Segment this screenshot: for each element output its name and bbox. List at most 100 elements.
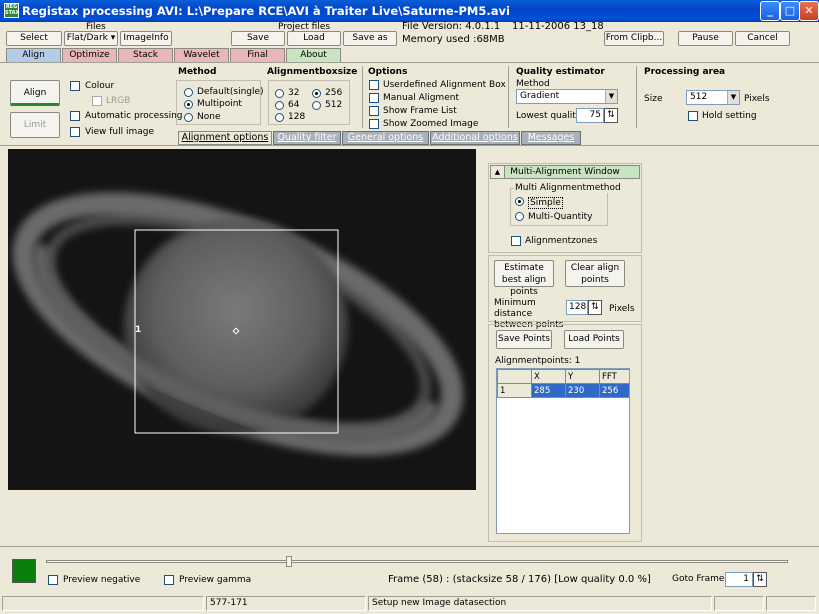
processing-size-dropdown[interactable]: 512 ▼ — [686, 90, 740, 105]
multi-alignment-header: ▲ Multi-Alignment Window — [490, 165, 640, 179]
pause-button[interactable]: Pause — [678, 31, 733, 46]
box-32-radio[interactable] — [275, 89, 284, 98]
method-default-radio[interactable] — [184, 88, 193, 97]
auto-processing-label: Automatic processing — [85, 111, 183, 121]
min-distance-spinner[interactable]: ⇅ — [588, 300, 602, 315]
status-message: Setup new Image datasection — [368, 596, 712, 611]
table-row[interactable]: 1 285 230 256 — [497, 383, 629, 398]
alignmentzones-checkbox[interactable] — [511, 236, 521, 246]
tab-quality-filter[interactable]: Quality filter — [273, 131, 341, 145]
auto-processing-checkbox[interactable] — [70, 111, 80, 121]
chevron-down-icon[interactable]: ▼ — [605, 90, 617, 103]
box-128-label: 128 — [288, 112, 306, 122]
quality-method-label: Method — [516, 79, 550, 89]
goto-frame-label: Goto Frame — [672, 574, 725, 584]
simple-radio[interactable] — [515, 197, 524, 206]
registax-app-icon: REG STAX — [4, 3, 20, 18]
lowest-quality-input[interactable]: 75 — [576, 108, 604, 123]
processing-size-value: 512 — [690, 92, 708, 102]
subtab-divider — [0, 145, 819, 146]
processing-area-title: Processing area — [644, 67, 726, 77]
tab-general-options[interactable]: General options — [342, 131, 429, 145]
image-preview[interactable]: 1 — [8, 149, 476, 490]
flat-dark-button[interactable]: Flat/Dark ▾ — [64, 31, 118, 46]
tab-divider — [0, 62, 819, 63]
method-none-radio[interactable] — [184, 113, 193, 122]
lrgb-checkbox[interactable] — [92, 96, 102, 106]
goto-frame-input[interactable]: 1 — [725, 572, 753, 587]
lrgb-label: LRGB — [106, 96, 131, 106]
collapse-arrow-icon[interactable]: ▲ — [491, 166, 505, 178]
multi-quantity-radio[interactable] — [515, 212, 524, 221]
table-header-blank — [497, 369, 532, 384]
bottom-divider — [0, 546, 819, 547]
save-button[interactable]: Save — [231, 31, 285, 46]
userdefined-box-checkbox[interactable] — [369, 80, 379, 90]
quality-estimator-title: Quality estimator — [516, 67, 605, 77]
clear-points-button[interactable]: Clear align points — [565, 260, 625, 287]
view-full-image-label: View full image — [85, 127, 154, 137]
colour-checkbox[interactable] — [70, 81, 80, 91]
processing-pixels-label: Pixels — [744, 94, 770, 104]
chevron-down-icon[interactable]: ▼ — [727, 91, 739, 104]
processing-divider — [636, 66, 637, 128]
manual-alignment-label: Manual Aligment — [383, 93, 459, 103]
close-button[interactable]: ✕ — [799, 1, 819, 21]
tab-wavelet[interactable]: Wavelet — [174, 48, 229, 62]
tab-alignment-options[interactable]: Alignment options — [178, 131, 272, 145]
tab-messages[interactable]: Messages — [521, 131, 581, 145]
load-points-button[interactable]: Load Points — [564, 330, 624, 349]
row-y: 230 — [565, 383, 600, 398]
preview-negative-checkbox[interactable] — [48, 575, 58, 585]
quality-method-dropdown[interactable]: Gradient ▼ — [516, 89, 618, 104]
show-zoomed-image-checkbox[interactable] — [369, 119, 379, 129]
tab-final[interactable]: Final — [230, 48, 285, 62]
tab-stack[interactable]: Stack — [118, 48, 173, 62]
window-title: Registax processing AVI: L:\Prepare RCE\… — [22, 4, 510, 18]
hold-setting-checkbox[interactable] — [688, 111, 698, 121]
show-zoomed-image-label: Show Zoomed Image — [383, 119, 479, 129]
select-button[interactable]: Select — [6, 31, 62, 46]
status-panel-4 — [714, 596, 764, 611]
maximize-button[interactable]: □ — [780, 1, 800, 21]
quality-method-value: Gradient — [520, 91, 560, 101]
processing-size-label: Size — [644, 94, 663, 104]
goto-frame-spinner[interactable]: ⇅ — [753, 572, 767, 587]
cancel-button[interactable]: Cancel — [735, 31, 790, 46]
table-header-fft: FFT — [599, 369, 629, 384]
align-button[interactable]: Align — [10, 80, 60, 106]
save-points-button[interactable]: Save Points — [496, 330, 552, 349]
row-x: 285 — [531, 383, 566, 398]
alignmentboxsize-title: Alignmentboxsize — [267, 67, 358, 77]
frame-slider[interactable] — [46, 560, 788, 563]
box-256-radio[interactable] — [312, 89, 321, 98]
estimate-points-button[interactable]: Estimate best align points — [494, 260, 554, 297]
save-as-button[interactable]: Save as — [343, 31, 397, 46]
min-distance-input[interactable]: 128 — [566, 300, 588, 315]
manual-alignment-checkbox[interactable] — [369, 93, 379, 103]
status-panel-1 — [2, 596, 204, 611]
minimize-button[interactable]: _ — [760, 1, 780, 21]
multi-quantity-label: Multi-Quantity — [528, 212, 593, 222]
lowest-quality-spinner[interactable]: ⇅ — [604, 108, 618, 123]
limit-button[interactable]: Limit — [10, 112, 60, 138]
box-512-radio[interactable] — [312, 101, 321, 110]
load-button[interactable]: Load — [287, 31, 341, 46]
box-128-radio[interactable] — [275, 113, 284, 122]
frame-slider-thumb[interactable] — [286, 556, 292, 567]
box-64-label: 64 — [288, 100, 300, 110]
tab-about[interactable]: About — [286, 48, 341, 62]
box-64-radio[interactable] — [275, 101, 284, 110]
view-full-image-checkbox[interactable] — [70, 127, 80, 137]
from-clipboard-button[interactable]: From Clipb... — [604, 31, 664, 46]
show-frame-list-checkbox[interactable] — [369, 106, 379, 116]
alignmentpoints-table[interactable]: X Y FFT 1 285 230 256 — [496, 368, 630, 534]
tab-additional-options[interactable]: Additional options — [430, 131, 520, 145]
preview-gamma-checkbox[interactable] — [164, 575, 174, 585]
tab-align[interactable]: Align — [6, 48, 61, 62]
method-multipoint-radio[interactable] — [184, 100, 193, 109]
imageinfo-button[interactable]: ImageInfo — [120, 31, 172, 46]
saturn-image — [12, 192, 464, 456]
table-header-y: Y — [565, 369, 600, 384]
tab-optimize[interactable]: Optimize — [62, 48, 117, 62]
